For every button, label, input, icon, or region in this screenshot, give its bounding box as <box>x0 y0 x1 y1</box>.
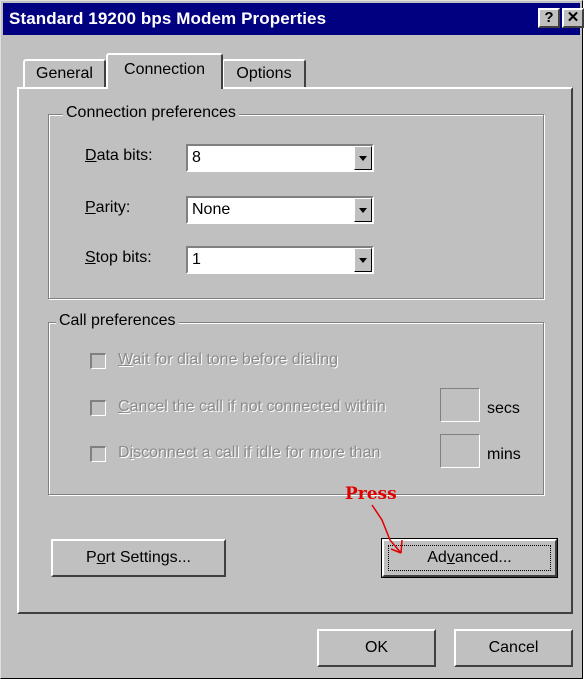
advanced-button[interactable]: Advanced... <box>381 538 558 578</box>
press-annotation: Press <box>345 484 397 504</box>
cancel-call-seconds-input[interactable] <box>440 388 480 422</box>
secs-unit-label: secs <box>487 400 520 417</box>
tab-general[interactable]: General <box>23 59 106 89</box>
disconnect-idle-label: Disconnect a call if idle for more than <box>118 444 381 461</box>
close-button[interactable]: ✕ <box>562 8 584 28</box>
parity-label: Parity: <box>85 199 131 216</box>
cancel-call-checkbox[interactable] <box>90 400 106 416</box>
disconnect-idle-checkbox[interactable] <box>90 446 106 462</box>
cancel-button[interactable]: Cancel <box>454 629 573 667</box>
modem-properties-dialog: Standard 19200 bps Modem Properties ? ✕ … <box>0 0 584 679</box>
tab-connection[interactable]: Connection <box>106 53 223 89</box>
connection-tab-panel: Connection preferences Data bits: 8 Pari… <box>17 87 573 614</box>
stop-bits-select[interactable]: 1 <box>186 246 374 274</box>
help-button[interactable]: ? <box>538 8 560 28</box>
tab-options[interactable]: Options <box>222 59 306 89</box>
focus-rect <box>388 545 551 571</box>
parity-value: None <box>192 201 231 218</box>
connection-preferences-title: Connection preferences <box>63 104 239 122</box>
parity-select[interactable]: None <box>186 196 374 224</box>
title-bar[interactable]: Standard 19200 bps Modem Properties ? ✕ <box>3 3 584 35</box>
chevron-down-icon[interactable] <box>354 248 372 272</box>
mins-unit-label: mins <box>487 446 521 463</box>
cancel-call-label: Cancel the call if not connected within <box>118 398 386 415</box>
call-preferences-title: Call preferences <box>56 312 179 330</box>
data-bits-label: Data bits: <box>85 147 153 164</box>
wait-dial-tone-label: Wait for dial tone before dialing <box>118 351 338 368</box>
wait-dial-tone-checkbox[interactable] <box>90 353 106 369</box>
port-settings-button[interactable]: Port Settings... <box>51 539 226 577</box>
ok-button[interactable]: OK <box>317 629 436 667</box>
window-title: Standard 19200 bps Modem Properties <box>9 9 327 28</box>
stop-bits-value: 1 <box>192 251 201 268</box>
disconnect-idle-minutes-input[interactable] <box>440 434 480 468</box>
chevron-down-icon[interactable] <box>354 146 372 170</box>
data-bits-select[interactable]: 8 <box>186 144 374 172</box>
chevron-down-icon[interactable] <box>354 198 372 222</box>
stop-bits-label: Stop bits: <box>85 249 152 266</box>
data-bits-value: 8 <box>192 149 201 166</box>
